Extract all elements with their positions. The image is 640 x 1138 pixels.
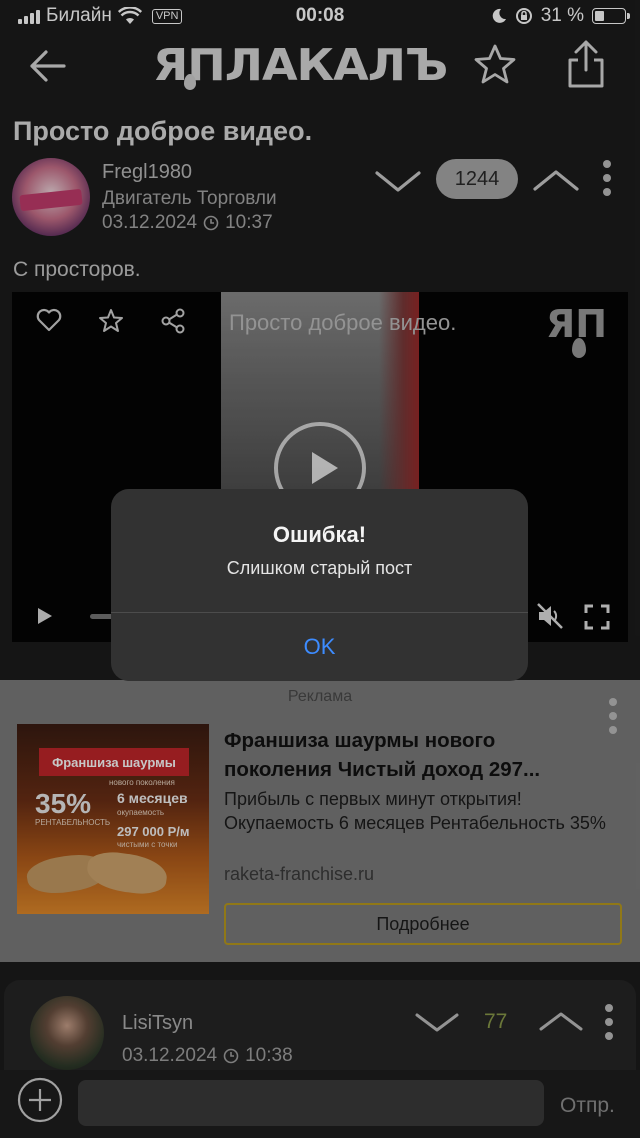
- comment-rating: 77: [484, 1010, 508, 1033]
- ad-image-percent-caption: РЕНТАБЕЛЬНОСТЬ: [35, 818, 111, 827]
- send-button[interactable]: Отпр.: [560, 1094, 615, 1118]
- clock-icon: [203, 215, 219, 231]
- video-title: Просто доброе видео.: [229, 310, 457, 335]
- battery-percent: 31 %: [540, 5, 584, 26]
- fullscreen-icon[interactable]: [584, 604, 610, 630]
- comment-vote-up-icon[interactable]: [538, 1008, 584, 1034]
- post-author-row: Fregl1980 Двигатель Торговли 03.12.2024 …: [12, 158, 628, 238]
- vote-down-icon[interactable]: [374, 168, 422, 196]
- moon-icon: [492, 8, 506, 23]
- post-rating: 1244: [436, 159, 518, 199]
- favorite-star-icon[interactable]: [472, 42, 518, 88]
- ad-image-subtitle: нового поколения: [109, 778, 175, 787]
- share-icon[interactable]: [564, 38, 608, 90]
- ad-domain[interactable]: raketa-franchise.ru: [224, 864, 374, 885]
- reply-input[interactable]: [78, 1080, 544, 1126]
- ad-description: Прибыль с первых минут открытия! Окупаем…: [224, 789, 606, 833]
- comment-datetime: 03.12.2024 10:38: [122, 1045, 293, 1067]
- heart-icon[interactable]: [36, 308, 62, 332]
- ad-image-money-caption: чистыми с точки: [117, 840, 178, 849]
- ad-image-months-caption: окупаемость: [117, 808, 165, 817]
- watermark-drop-icon: [572, 338, 586, 358]
- ad-more-icon[interactable]: [608, 698, 618, 734]
- commenter-name[interactable]: LisiTsyn: [122, 1012, 193, 1035]
- video-star-icon[interactable]: [98, 308, 124, 334]
- ad-headline[interactable]: Франшиза шаурмы нового поколения Чистый …: [224, 726, 604, 784]
- comment-date: 03.12.2024: [122, 1045, 218, 1066]
- vote-up-icon[interactable]: [532, 166, 580, 194]
- post-date: 03.12.2024: [102, 212, 198, 233]
- post-more-icon[interactable]: [602, 160, 612, 196]
- alert-ok-button[interactable]: OK: [111, 613, 528, 681]
- reply-bar: Отпр.: [0, 1070, 640, 1138]
- author-avatar[interactable]: [12, 158, 90, 236]
- back-arrow-icon[interactable]: [26, 44, 70, 88]
- battery-icon: [592, 8, 630, 24]
- video-share-icon[interactable]: [160, 308, 186, 334]
- commenter-avatar[interactable]: [30, 996, 104, 1070]
- ad-label: Реклама: [287, 688, 353, 705]
- ad-image-percent: 35%: [35, 788, 92, 819]
- logo-drop-icon: [184, 74, 196, 90]
- alert-message: Слишком старый пост: [226, 558, 413, 578]
- alert-title: Ошибка!: [272, 522, 367, 547]
- post-time: 10:37: [225, 212, 273, 233]
- author-rank: Двигатель Торговли: [102, 188, 277, 209]
- play-small-icon[interactable]: [38, 608, 52, 624]
- comment-time: 10:38: [245, 1045, 293, 1066]
- shawarma-picture: [84, 848, 170, 898]
- ad-image-money: 297 000 Р/м: [117, 824, 190, 839]
- clock-icon: [223, 1048, 239, 1064]
- ad-image[interactable]: Франшиза шаурмы нового поколения 35% РЕН…: [17, 724, 209, 914]
- mute-icon[interactable]: [536, 602, 564, 630]
- post-title: Просто доброе видео.: [13, 116, 313, 146]
- ad-image-banner: Франшиза шаурмы: [39, 748, 189, 776]
- comment-more-icon[interactable]: [604, 1004, 614, 1040]
- add-attachment-icon[interactable]: [16, 1076, 64, 1124]
- author-name[interactable]: Fregl1980: [102, 161, 192, 184]
- ad-more-button[interactable]: Подробнее: [224, 903, 622, 945]
- post-datetime: 03.12.2024 10:37: [102, 212, 273, 234]
- nav-bar: ЯПЛАКАЛЪ: [0, 34, 640, 100]
- comment-vote-down-icon[interactable]: [414, 1010, 460, 1036]
- status-bar: Билайн VPN 00:08 31 %: [0, 0, 640, 34]
- error-alert: Ошибка! Слишком старый пост OK: [111, 489, 528, 681]
- orientation-lock-icon: [515, 8, 532, 24]
- ad-block: Реклама Франшиза шаурмы нового поколения…: [0, 680, 640, 962]
- post-text: С просторов.: [13, 258, 141, 281]
- ad-image-months: 6 месяцев: [117, 790, 188, 806]
